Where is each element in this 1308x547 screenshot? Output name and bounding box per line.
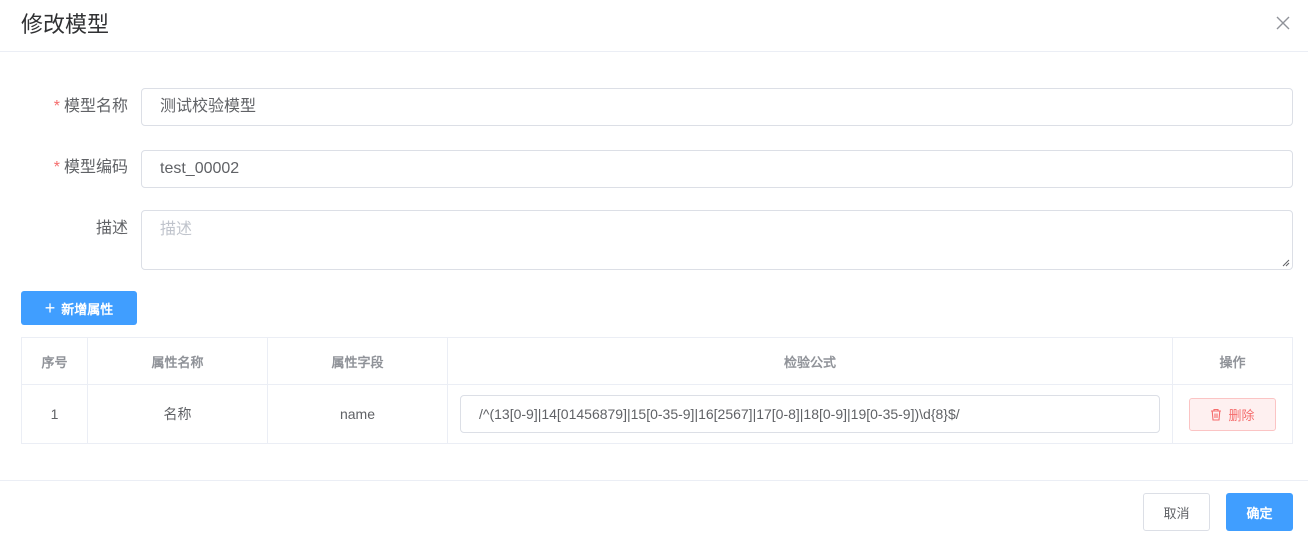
trash-icon: [1211, 408, 1222, 421]
dialog-title: 修改模型: [21, 12, 110, 37]
delete-label: 删除: [1228, 407, 1255, 423]
confirm-button[interactable]: 确定: [1226, 493, 1293, 531]
delete-button[interactable]: 删除: [1189, 397, 1276, 431]
header-formula: 检验公式: [448, 338, 1173, 385]
add-attribute-button[interactable]: + 新增属性: [21, 291, 137, 325]
cell-attr-name: 名称: [88, 385, 268, 443]
cell-index: 1: [22, 385, 88, 443]
close-icon[interactable]: [1275, 15, 1291, 31]
dialog-header: 修改模型: [0, 0, 1308, 52]
description-label: 描述: [95, 220, 128, 237]
plus-icon: +: [44, 298, 56, 318]
header-actions: 操作: [1173, 338, 1292, 385]
model-code-label-text: 模型编码: [63, 159, 128, 176]
attributes-table: 序号 属性名称 属性字段 检验公式 操作 1 名称 name /^(13[0-9…: [21, 337, 1293, 444]
cell-formula: /^(13[0-9]|14[01456879]|15[0-35-9]|16[25…: [448, 385, 1173, 443]
header-index: 序号: [22, 338, 88, 385]
required-mark: *: [53, 98, 60, 115]
required-mark: *: [53, 159, 60, 176]
description-textarea[interactable]: 描述: [141, 210, 1293, 270]
dialog-footer: 取消 确定: [0, 480, 1308, 547]
edit-model-dialog: 修改模型 * 模型名称 测试校验模型 * 模型编码 test_00002 描述 描述…: [0, 0, 1308, 547]
model-name-input[interactable]: 测试校验模型: [141, 88, 1293, 126]
model-code-label: * 模型编码: [0, 158, 128, 178]
model-code-input[interactable]: test_00002: [141, 150, 1293, 188]
description-placeholder: 描述: [160, 221, 193, 238]
cancel-button[interactable]: 取消: [1143, 493, 1210, 531]
cell-attr-field: name: [268, 385, 448, 443]
cell-actions: 删除: [1173, 385, 1292, 443]
add-attribute-label: 新增属性: [61, 301, 114, 317]
header-attr-name: 属性名称: [88, 338, 268, 385]
formula-input[interactable]: /^(13[0-9]|14[01456879]|15[0-35-9]|16[25…: [460, 395, 1160, 433]
model-name-label: * 模型名称: [0, 97, 128, 117]
resize-handle-icon[interactable]: [1280, 257, 1290, 267]
model-name-label-text: 模型名称: [63, 98, 128, 115]
header-attr-field: 属性字段: [268, 338, 448, 385]
